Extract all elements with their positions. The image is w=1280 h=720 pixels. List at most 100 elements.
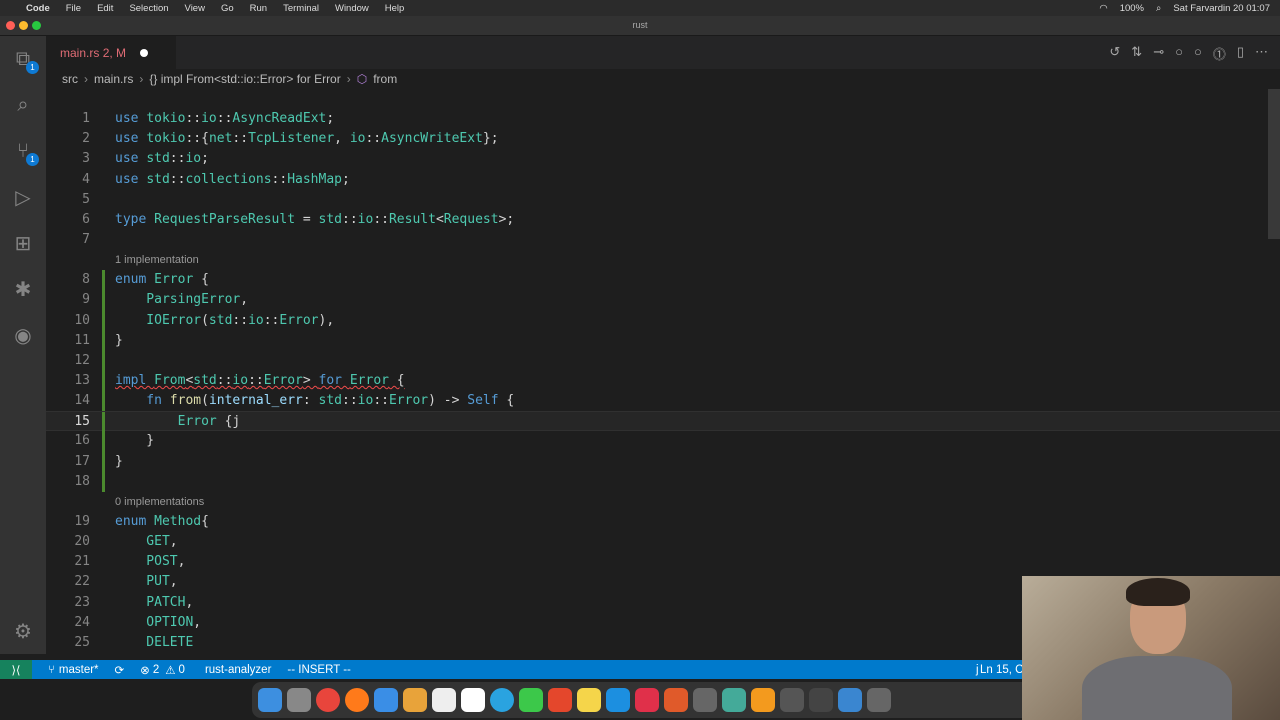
downloads-folder-icon[interactable] [838, 688, 862, 712]
mail-icon[interactable] [374, 688, 398, 712]
settings-gear-icon[interactable]: ⚙ [0, 608, 46, 654]
terminal-icon[interactable] [432, 688, 456, 712]
code-text[interactable]: type RequestParseResult = std::io::Resul… [115, 210, 514, 230]
previous-change-icon[interactable]: ⊸ [1153, 44, 1164, 63]
sync-icon[interactable]: ⟳ [115, 663, 125, 677]
warning-icon[interactable]: ⚠ [165, 663, 175, 677]
explorer-icon[interactable]: ⧉ 1 [0, 36, 46, 82]
chrome-icon[interactable] [316, 688, 340, 712]
telegram-icon[interactable] [490, 688, 514, 712]
code-token: From [154, 372, 186, 388]
code-text[interactable]: GET, [115, 532, 177, 552]
menu-file[interactable]: File [66, 3, 81, 14]
error-icon[interactable]: ⊗ [140, 663, 150, 677]
scrollbar[interactable] [1268, 89, 1280, 239]
code-text[interactable]: use std::io; [115, 149, 209, 169]
menu-edit[interactable]: Edit [97, 3, 113, 14]
discord-icon[interactable] [403, 688, 427, 712]
error-count[interactable]: 2 [153, 664, 159, 676]
pen-app-icon[interactable] [548, 688, 572, 712]
unsaved-dot-icon[interactable] [140, 48, 149, 57]
code-text[interactable]: enum Error { [115, 270, 209, 290]
firefox-icon[interactable] [345, 688, 369, 712]
menu-help[interactable]: Help [385, 3, 405, 14]
compare-changes-icon[interactable]: ⇅ [1131, 44, 1142, 63]
menu-run[interactable]: Run [250, 3, 267, 14]
code-text[interactable]: POST, [115, 552, 185, 572]
code-token: , [193, 614, 202, 630]
code-text[interactable]: } [115, 431, 154, 451]
timeline-icon[interactable]: ↺ [1109, 44, 1120, 63]
code-text[interactable]: enum Method{ [115, 512, 209, 532]
wifi-icon[interactable]: ◠ [1099, 3, 1107, 14]
code-text[interactable]: impl From<std::io::Error> for Error { [115, 371, 405, 391]
trash-icon[interactable] [867, 688, 891, 712]
code-text[interactable]: IOError(std::io::Error), [115, 311, 334, 331]
more-actions-icon[interactable]: ⋯ [1255, 44, 1268, 63]
app-icon[interactable] [780, 688, 804, 712]
codelens-implementations[interactable]: 1 implementation [115, 250, 199, 270]
search-icon[interactable]: ⌕ [1156, 3, 1161, 14]
finder-icon[interactable] [258, 688, 282, 712]
menu-go[interactable]: Go [221, 3, 234, 14]
codelens-implementations[interactable]: 0 implementations [115, 492, 204, 512]
tab-main-rs[interactable]: main.rs 2, M [46, 36, 176, 69]
remote-indicator-icon[interactable]: ⟩⟨ [0, 660, 32, 679]
launchpad-icon[interactable] [287, 688, 311, 712]
skype-icon[interactable] [606, 688, 630, 712]
code-line: 17} [46, 451, 1280, 472]
menu-window[interactable]: Window [335, 3, 369, 14]
code-text[interactable]: fn from(internal_err: std::io::Error) ->… [115, 391, 514, 411]
split-editor-icon[interactable]: ▯ [1237, 44, 1244, 63]
battery-percent[interactable]: 100% [1120, 3, 1144, 14]
run-debug-icon[interactable]: ▷ [0, 174, 46, 220]
code-text[interactable]: } [115, 452, 123, 472]
menu-terminal[interactable]: Terminal [283, 3, 319, 14]
warning-count[interactable]: 0 [179, 664, 185, 676]
code-text[interactable]: PATCH, [115, 593, 193, 613]
vlc-icon[interactable] [751, 688, 775, 712]
code-text[interactable]: PUT, [115, 572, 177, 592]
breadcrumb-impl[interactable]: {} impl From<std::io::Error> for Error [149, 72, 340, 86]
music-icon[interactable] [635, 688, 659, 712]
code-text[interactable]: DELETE [115, 633, 193, 653]
line-number: 18 [74, 473, 90, 489]
language-server[interactable]: rust-analyzer [205, 664, 271, 676]
breadcrumb-file[interactable]: main.rs [94, 72, 133, 86]
code-editor[interactable]: 1 use tokio::io::AsyncReadExt; 2 use tokio:… [46, 89, 1280, 654]
code-token: GET [115, 534, 170, 550]
source-control-icon[interactable]: ⑂ 1 [0, 128, 46, 174]
app-icon[interactable] [722, 688, 746, 712]
vscode-icon[interactable] [461, 688, 485, 712]
clock[interactable]: Sat Farvardin 20 01:07 [1173, 3, 1270, 14]
git-graph-icon[interactable]: ⓵ [1213, 44, 1226, 63]
remote-explorer-icon[interactable]: ◉ [0, 312, 46, 358]
breadcrumb-src[interactable]: src [62, 72, 78, 86]
branch-name[interactable]: master* [59, 664, 99, 676]
search-icon[interactable]: ⌕ [0, 82, 46, 128]
code-token: PATCH [115, 594, 186, 610]
code-text[interactable]: ParsingError, [115, 290, 248, 310]
code-text[interactable]: } [115, 331, 123, 351]
asterisk-icon[interactable]: ✱ [0, 266, 46, 312]
code-text[interactable]: Error {j [115, 412, 241, 432]
commit-icon[interactable]: ○ [1194, 44, 1202, 63]
code-text[interactable]: use std::collections::HashMap; [115, 170, 350, 190]
code-token: ::{ [185, 131, 209, 147]
app-icon[interactable] [664, 688, 688, 712]
whatsapp-icon[interactable] [519, 688, 543, 712]
menu-app-name[interactable]: Code [26, 3, 50, 14]
code-text[interactable]: OPTION, [115, 613, 201, 633]
code-line: 12 [46, 350, 1280, 371]
next-change-icon[interactable]: ○ [1175, 44, 1183, 63]
breadcrumb-fn[interactable]: from [373, 72, 397, 86]
notes-icon[interactable] [577, 688, 601, 712]
cursor-position[interactable]: Ln 15, C [980, 664, 1023, 676]
code-text[interactable]: use tokio::io::AsyncReadExt; [115, 109, 334, 129]
app-icon[interactable] [809, 688, 833, 712]
settings-icon[interactable] [693, 688, 717, 712]
code-text[interactable]: use tokio::{net::TcpListener, io::AsyncW… [115, 129, 499, 149]
menu-view[interactable]: View [185, 3, 205, 14]
extensions-icon[interactable]: ⊞ [0, 220, 46, 266]
menu-selection[interactable]: Selection [129, 3, 168, 14]
